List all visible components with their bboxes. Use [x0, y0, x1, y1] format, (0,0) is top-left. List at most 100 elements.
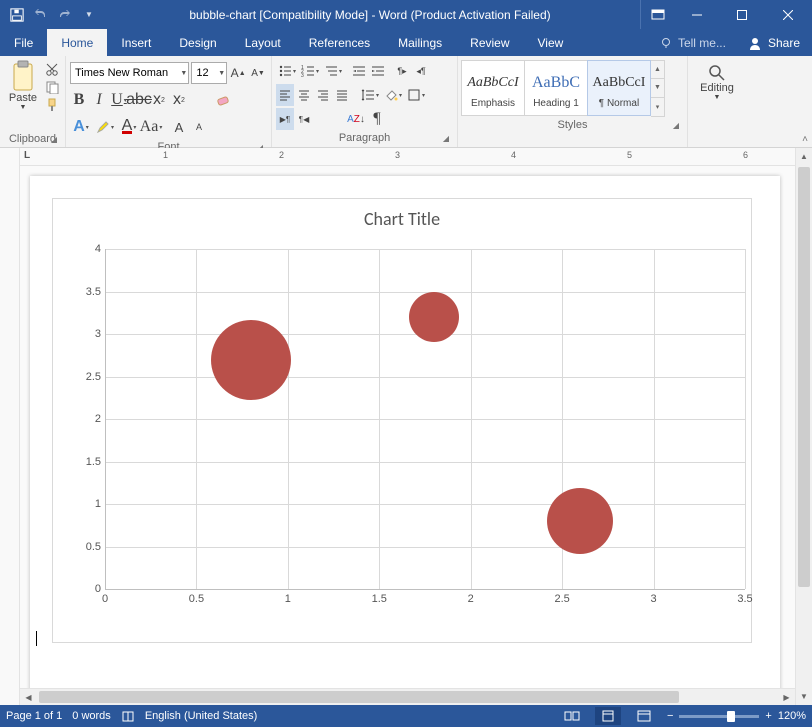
font-size-combo[interactable]: 12▼	[191, 62, 227, 84]
superscript-button[interactable]: x2	[170, 89, 188, 111]
hscroll-right[interactable]: ▶	[778, 693, 795, 702]
group-paragraph-label: Paragraph	[339, 132, 390, 144]
vscroll-up[interactable]: ▲	[796, 148, 812, 165]
styles-launcher[interactable]: ◢	[670, 120, 682, 132]
bubble-point[interactable]	[547, 488, 613, 554]
editing-button[interactable]: Editing ▼	[700, 64, 734, 101]
align-right-button[interactable]	[314, 84, 332, 106]
borders-button[interactable]: ▾	[405, 84, 427, 106]
minimize-button[interactable]	[674, 0, 719, 29]
tab-review[interactable]: Review	[456, 29, 523, 56]
text-direction-lr-button[interactable]: ▶¶	[276, 108, 294, 130]
paste-label: Paste	[9, 92, 37, 104]
grow-font-button[interactable]: A▲	[229, 62, 247, 84]
bubble-point[interactable]	[409, 292, 459, 342]
qat-customize-button[interactable]: ▼	[78, 4, 100, 26]
character-scale-up-button[interactable]: A	[170, 116, 188, 138]
gridline-v	[745, 249, 746, 589]
paragraph-launcher[interactable]: ◢	[440, 133, 452, 145]
styles-scroll-up[interactable]: ▲	[651, 61, 664, 79]
tab-layout[interactable]: Layout	[231, 29, 295, 56]
shrink-font-button[interactable]: A▼	[249, 62, 267, 84]
sort-button[interactable]: AZ↓	[345, 108, 367, 130]
maximize-button[interactable]	[719, 0, 764, 29]
decrease-indent-button[interactable]	[350, 60, 368, 82]
multilevel-list-button[interactable]: ▾	[322, 60, 344, 82]
horizontal-ruler[interactable]: L 123456	[20, 148, 795, 166]
status-page[interactable]: Page 1 of 1	[6, 710, 62, 722]
redo-button[interactable]	[54, 4, 76, 26]
zoom-slider[interactable]	[679, 715, 759, 718]
tab-insert[interactable]: Insert	[107, 29, 165, 56]
tab-home[interactable]: Home	[47, 29, 107, 56]
line-spacing-icon	[361, 88, 375, 102]
zoom-out-button[interactable]: −	[667, 710, 673, 722]
increase-indent-button[interactable]	[369, 60, 387, 82]
share-button[interactable]: Share	[736, 29, 812, 56]
show-marks-button[interactable]: ¶	[368, 108, 386, 130]
font-color-button[interactable]: A▾	[118, 116, 140, 138]
gridline-v	[288, 249, 289, 589]
view-print-layout[interactable]	[595, 707, 621, 725]
status-proofing[interactable]	[121, 709, 135, 723]
horizontal-scrollbar[interactable]: ◀ ▶	[20, 688, 795, 705]
tab-mailings[interactable]: Mailings	[384, 29, 456, 56]
justify-button[interactable]	[333, 84, 351, 106]
font-size-value: 12	[196, 67, 208, 79]
y-tick-label: 1	[95, 498, 101, 510]
view-web-layout[interactable]	[631, 707, 657, 725]
status-words[interactable]: 0 words	[72, 710, 111, 722]
copy-button[interactable]	[45, 80, 59, 94]
styles-expand[interactable]: ▾	[651, 98, 664, 116]
text-direction-rl-button[interactable]: ¶◀	[295, 108, 313, 130]
bubble-point[interactable]	[211, 320, 291, 400]
close-button[interactable]	[764, 0, 812, 29]
tab-design[interactable]: Design	[165, 29, 230, 56]
align-left-button[interactable]	[276, 84, 294, 106]
ltr-button[interactable]: ¶▸	[393, 60, 411, 82]
view-read-mode[interactable]	[559, 707, 585, 725]
paste-button[interactable]: Paste ▼	[9, 60, 37, 111]
zoom-in-button[interactable]: +	[765, 710, 771, 722]
save-button[interactable]	[6, 4, 28, 26]
font-name-combo[interactable]: Times New Roman▼	[70, 62, 189, 84]
undo-button[interactable]	[30, 4, 52, 26]
text-effects-button[interactable]: A▾	[70, 116, 92, 138]
zoom-level[interactable]: 120%	[778, 710, 806, 722]
bold-button[interactable]: B	[70, 89, 88, 111]
document-scroll-area[interactable]: Chart Title 00.511.522.533.5400.511.522.…	[20, 166, 795, 688]
character-scale-down-button[interactable]: A	[190, 116, 208, 138]
tab-references[interactable]: References	[295, 29, 384, 56]
vertical-scrollbar[interactable]: ▲ ▼	[795, 148, 812, 705]
rtl-button[interactable]: ◂¶	[412, 60, 430, 82]
style-heading1[interactable]: AaBbC Heading 1	[524, 60, 588, 116]
italic-button[interactable]: I	[90, 89, 108, 111]
hscroll-left[interactable]: ◀	[20, 693, 37, 702]
cut-button[interactable]	[45, 62, 59, 76]
change-case-button[interactable]: Aa▾	[142, 116, 160, 138]
ribbon-display-options-button[interactable]	[640, 0, 674, 29]
format-painter-button[interactable]	[45, 98, 59, 112]
bullets-button[interactable]: ▾	[276, 60, 298, 82]
chart-object[interactable]: Chart Title 00.511.522.533.5400.511.522.…	[52, 198, 752, 643]
tab-file[interactable]: File	[0, 29, 47, 56]
shading-button[interactable]: ▾	[382, 84, 404, 106]
align-center-button[interactable]	[295, 84, 313, 106]
vertical-ruler[interactable]	[0, 148, 20, 705]
style-emphasis[interactable]: AaBbCcI Emphasis	[461, 60, 525, 116]
vscroll-down[interactable]: ▼	[796, 688, 812, 705]
numbering-button[interactable]: 123▾	[299, 60, 321, 82]
styles-scroll-down[interactable]: ▼	[651, 79, 664, 97]
highlight-button[interactable]: ▾	[94, 116, 116, 138]
collapse-ribbon-button[interactable]: ˄	[802, 134, 808, 145]
status-language[interactable]: English (United States)	[145, 710, 258, 722]
strikethrough-button[interactable]: abc	[130, 89, 148, 111]
tab-view[interactable]: View	[524, 29, 578, 56]
subscript-button[interactable]: x2	[150, 89, 168, 111]
person-icon	[748, 36, 762, 50]
clear-formatting-button[interactable]	[212, 89, 234, 111]
style-normal[interactable]: AaBbCcI ¶ Normal	[587, 60, 651, 116]
clipboard-launcher[interactable]: ◢	[48, 134, 60, 146]
line-spacing-button[interactable]: ▾	[359, 84, 381, 106]
tell-me-search[interactable]: Tell me...	[650, 29, 736, 56]
